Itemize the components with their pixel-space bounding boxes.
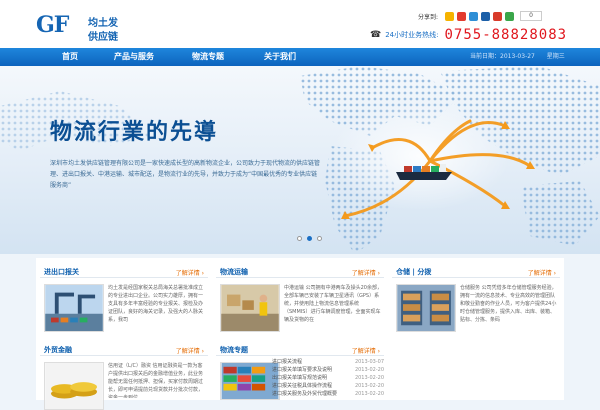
news-title: 进口报关征税具体操作流程 — [272, 383, 333, 389]
banner-intro: 深圳市均土发供应链管理有限公司是一家快速成长型的高新物流企业，公司致力于现代物流… — [50, 160, 321, 189]
card-header: 外贸金融 了解详情 › — [40, 342, 208, 356]
slide-dot-2[interactable] — [307, 236, 312, 241]
card-warehousing: 仓储 | 分拨 了解详情 › 仓储服务 公司凭借多年仓储管理服务经验，拥有一流的… — [392, 264, 560, 338]
coins-image — [44, 362, 104, 410]
renren-icon[interactable] — [481, 11, 491, 21]
share-count: 0 — [520, 11, 543, 21]
more-link[interactable]: 了解详情 › — [352, 268, 380, 277]
news-title: 进口报关单填写要求及说明 — [272, 367, 333, 373]
current-date-text: 当前日期：2013-03-27 — [470, 53, 535, 60]
news-date: 2013-02-20 — [354, 391, 384, 397]
hotline-number: 0755-88828083 — [444, 27, 568, 43]
sina-weibo-icon[interactable] — [457, 11, 467, 21]
slide-dot-3[interactable] — [317, 236, 322, 241]
top-bar: GF 均土发 供应链 分享到: 0 ☎ 24小时业务热线: 0755-88828… — [0, 0, 600, 48]
hotline-label: 24小时业务热线: — [385, 31, 439, 39]
cargo-ship-image — [396, 164, 452, 180]
douban-icon[interactable] — [505, 11, 515, 21]
list-item[interactable]: 进口报关单填写要求及说明 2013-02-20 — [272, 366, 384, 374]
nav-item-products[interactable]: 产品与服务 — [104, 48, 164, 66]
card-text: 信用证（L/C）融资 信用证融资是一款为客户提供出口报关后的金融增值业务，此业务… — [108, 363, 204, 398]
port-crane-image — [44, 284, 104, 332]
logo[interactable]: GF 均土发 供应链 — [36, 10, 136, 43]
list-item[interactable]: 进口报关征税具体操作流程 2013-02-20 — [272, 382, 384, 390]
hero-banner: 物流行業的先導 深圳市均土发供应链管理有限公司是一家快速成长型的高新物流企业，公… — [0, 66, 600, 254]
card-logistics-topics: 物流专题 了解详情 › 进口报关流程 2013-03-07 进口报关单填写要求及说… — [216, 342, 384, 400]
card-title: 仓储 | 分拨 — [396, 268, 432, 276]
list-item[interactable]: 进口报关服务及外贸代理概要 2013-02-20 — [272, 390, 384, 398]
share-label: 分享到: — [418, 13, 439, 21]
news-date: 2013-02-20 — [354, 383, 384, 389]
kaixin-icon[interactable] — [493, 11, 503, 21]
more-link[interactable]: 了解详情 › — [176, 346, 204, 355]
slide-dot-1[interactable] — [297, 236, 302, 241]
more-link[interactable]: 了解详情 › — [176, 268, 204, 277]
current-date: 当前日期：2013-03-27 星期三 — [470, 48, 565, 66]
nav-item-about[interactable]: 关于我们 — [252, 48, 308, 66]
warehouse-shelves-image — [396, 284, 456, 332]
card-header: 仓储 | 分拨 了解详情 › — [392, 264, 560, 278]
card-customs: 进出口报关 了解详情 › 均土发是经国家税关总局海关总署批准成立的专业进出口企业… — [40, 264, 208, 338]
nav-item-logistics[interactable]: 物流专题 — [178, 48, 238, 66]
card-title: 物流专题 — [220, 346, 248, 354]
qzone-icon[interactable] — [445, 11, 455, 21]
main-nav: 首页 产品与服务 物流专题 关于我们 当前日期：2013-03-27 星期三 — [0, 48, 600, 66]
news-title: 进口报关流程 — [272, 359, 303, 365]
list-item[interactable]: 出口报关单填写规范说明 2013-02-20 — [272, 374, 384, 382]
news-title: 出口报关单填写规范说明 — [272, 375, 328, 381]
card-transport: 物流运输 了解详情 › 中港运输 公司拥有中港两车及操头20余部，全部车辆已安装… — [216, 264, 384, 338]
card-text: 仓储服务 公司凭借多年仓储管理服务经验，拥有一流的信息技术、专业高效的管理团队和… — [460, 285, 557, 323]
card-title: 物流运输 — [220, 268, 248, 276]
news-date: 2013-03-07 — [354, 359, 384, 365]
more-link[interactable]: 了解详情 › — [352, 346, 380, 355]
containers-image — [220, 362, 280, 400]
card-header: 进出口报关 了解详情 › — [40, 264, 208, 278]
tencent-weibo-icon[interactable] — [469, 11, 479, 21]
logo-mark: GF — [36, 12, 69, 38]
card-text: 均土发是经国家税关总局海关总署批准成立的专业进出口企业。公司实力雄厚，拥有一支具… — [108, 285, 204, 323]
card-title: 外贸金融 — [44, 346, 72, 354]
logo-line2: 供应链 — [88, 32, 118, 43]
hotline: ☎ 24小时业务热线: 0755-88828083 — [370, 27, 567, 43]
nav-item-home[interactable]: 首页 — [50, 48, 90, 66]
phone-icon: ☎ — [370, 30, 382, 40]
list-item[interactable]: 进口报关流程 2013-03-07 — [272, 358, 384, 366]
card-trade-finance: 外贸金融 了解详情 › 信用证（L/C）融资 信用证融资是一款为客户提供出口报关… — [40, 342, 208, 410]
news-list: 进口报关流程 2013-03-07 进口报关单填写要求及说明 2013-02-20 … — [272, 358, 384, 398]
weekday: 星期三 — [546, 53, 565, 60]
banner-slogan: 物流行業的先導 — [50, 119, 219, 145]
logo-line1: 均土发 — [88, 18, 118, 29]
more-link[interactable]: 了解详情 › — [528, 268, 556, 277]
card-title: 进出口报关 — [44, 268, 79, 276]
news-date: 2013-02-20 — [354, 367, 384, 373]
card-text: 中港运输 公司拥有中港两车及操头20余部，全部车辆已安装了车辆卫星通讯（GPS）… — [284, 285, 382, 323]
warehouse-worker-image — [220, 284, 280, 332]
content-area: 进出口报关 了解详情 › 均土发是经国家税关总局海关总署批准成立的专业进出口企业… — [36, 258, 564, 410]
news-date: 2013-02-20 — [354, 375, 384, 381]
card-header: 物流运输 了解详情 › — [216, 264, 384, 278]
news-title: 进口报关服务及外贸代理概要 — [272, 391, 338, 397]
share-bar: 分享到: 0 — [418, 10, 543, 22]
card-header: 物流专题 了解详情 › — [216, 342, 384, 356]
